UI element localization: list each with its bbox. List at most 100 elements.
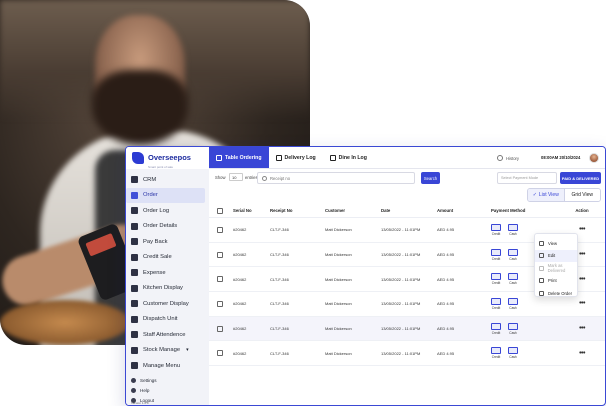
tab-dine-in-log[interactable]: Dine In Log xyxy=(323,147,374,168)
menu-item-label: View xyxy=(548,240,558,246)
cell-customer: Matt Dickerson xyxy=(325,326,352,332)
search-button[interactable]: Search xyxy=(421,172,440,184)
row-checkbox[interactable] xyxy=(217,226,223,233)
sidebar-item-manage-menu[interactable]: Manage Menu xyxy=(126,358,209,374)
top-tabs: Table Ordering Delivery Log Dine In Log xyxy=(209,147,374,168)
sidebar-subitem-label: Settings xyxy=(140,378,157,383)
tab-delivery-log[interactable]: Delivery Log xyxy=(269,147,323,168)
cell-date: 13/05/2022 - 11:01PM xyxy=(381,301,421,307)
row-checkbox[interactable] xyxy=(217,251,223,258)
payment-cash-button[interactable]: Cash xyxy=(508,248,518,261)
sidebar-item-dispatch-unit[interactable]: Dispatch Unit xyxy=(126,312,209,328)
sidebar-item-customer-display[interactable]: Customer Display xyxy=(126,296,209,312)
edit-icon xyxy=(539,253,544,259)
payment-cash-button[interactable]: Cash xyxy=(508,322,518,335)
row-checkbox[interactable] xyxy=(217,300,223,307)
sidebar-item-label: Pay Back xyxy=(143,238,168,245)
row-select-cell xyxy=(209,276,229,283)
list-view-button[interactable]: ✓ List View xyxy=(528,189,564,201)
menu-item-view[interactable]: View xyxy=(535,237,577,250)
row-checkbox[interactable] xyxy=(217,325,223,332)
more-options-icon[interactable]: ••• xyxy=(579,276,585,283)
menu-item-delete-order[interactable]: Delete Order xyxy=(535,287,577,300)
cell-amount: AED 4.95 xyxy=(437,350,455,356)
payment-label: Credit xyxy=(491,256,501,261)
payment-credit-button[interactable]: Credit xyxy=(491,273,501,285)
menu-item-mark-as-delivered: Mark as Delivered xyxy=(535,262,577,275)
more-options-icon[interactable]: ••• xyxy=(579,350,585,357)
menu-item-edit[interactable]: Edit xyxy=(535,249,577,262)
column-header: Customer xyxy=(325,208,346,213)
payment-credit-button[interactable]: Credit xyxy=(491,248,501,261)
sidebar-item-label: Order xyxy=(143,192,158,199)
search-input[interactable] xyxy=(270,175,410,181)
sidebar-subitem-help[interactable]: Help xyxy=(126,386,209,396)
sidebar-item-label: Credit Sale xyxy=(143,254,172,261)
row-select-cell xyxy=(209,350,229,357)
column-header: Serial No xyxy=(233,208,252,213)
chevron-down-icon: ▾ xyxy=(186,347,189,354)
select-all-cell xyxy=(209,207,229,214)
row-checkbox[interactable] xyxy=(217,350,223,357)
payment-mode-select[interactable]: Select Payment Mode xyxy=(497,172,557,184)
sidebar: Overseepos Smart point of sale CRM Order O… xyxy=(126,147,209,405)
version-label: Version 1.0.0 xyxy=(131,401,149,405)
cell-date: 13/05/2022 - 11:01PM xyxy=(381,350,421,356)
grid-view-button[interactable]: Grid View xyxy=(563,189,600,201)
menu-item-label: Mark as Delivered xyxy=(547,263,566,274)
check-icon xyxy=(539,265,544,271)
credit-card-icon xyxy=(491,273,501,281)
cell-customer: Matt Dickerson xyxy=(325,301,352,307)
cell-amount: AED 4.95 xyxy=(437,326,455,332)
payment-cash-button[interactable]: Cash xyxy=(508,273,518,285)
avatar[interactable] xyxy=(589,153,599,163)
cash-icon xyxy=(508,273,518,281)
payment-label: Credit xyxy=(491,305,501,310)
sidebar-subitem-settings[interactable]: Settings xyxy=(126,376,209,386)
sidebar-item-staff-attendence[interactable]: Staff Attendence xyxy=(126,327,209,343)
cell-receipt: CLT-F-346 xyxy=(270,276,289,282)
payment-credit-button[interactable]: Credit xyxy=(491,347,501,359)
sidebar-item-expense[interactable]: Expense xyxy=(126,265,209,281)
cell-serial: #20462 xyxy=(233,301,247,307)
history-icon xyxy=(497,155,503,161)
history-button[interactable]: History xyxy=(497,155,519,161)
table-row[interactable]: #20462 CLT-F-346 Matt Dickerson 13/05/2022 … xyxy=(209,316,605,342)
sidebar-item-kitchen-display[interactable]: Kitchen Display xyxy=(126,281,209,297)
menu-item-print[interactable]: Print xyxy=(535,275,577,288)
more-options-icon[interactable]: ••• xyxy=(579,325,585,332)
more-options-icon[interactable]: ••• xyxy=(579,226,585,233)
sidebar-item-pay-back[interactable]: Pay Back xyxy=(126,234,209,250)
sidebar-item-crm[interactable]: CRM xyxy=(126,172,209,188)
more-options-icon[interactable]: ••• xyxy=(579,300,585,307)
sidebar-item-credit-sale[interactable]: Credit Sale xyxy=(126,250,209,266)
sidebar-item-order-log[interactable]: Order Log xyxy=(126,203,209,219)
select-all-checkbox[interactable] xyxy=(217,207,223,214)
paid-delivered-button[interactable]: PAID & DELIVERED xyxy=(560,172,601,184)
payment-credit-button[interactable]: Credit xyxy=(491,223,501,236)
entries-select[interactable]: 10 xyxy=(229,173,243,181)
sidebar-item-stock-manage[interactable]: Stock Manage ▾ xyxy=(126,343,209,359)
expense-icon xyxy=(131,269,138,277)
cell-date: 13/05/2022 - 11:01PM xyxy=(381,252,421,258)
more-options-icon[interactable]: ••• xyxy=(579,251,585,258)
credit-card-icon xyxy=(491,347,501,355)
menu-item-label: Edit xyxy=(548,253,556,259)
payment-cash-button[interactable]: Cash xyxy=(508,223,518,236)
row-select-cell xyxy=(209,300,229,307)
search-icon xyxy=(262,175,267,181)
payment-credit-button[interactable]: Credit xyxy=(491,322,501,335)
sidebar-item-order[interactable]: Order xyxy=(126,187,205,203)
table-row[interactable]: #20462 CLT-F-346 Matt Dickerson 13/05/2022 … xyxy=(209,341,605,367)
payment-cash-button[interactable]: Cash xyxy=(508,297,518,310)
sidebar-item-label: CRM xyxy=(143,176,157,183)
manage-menu-icon xyxy=(131,362,138,370)
tab-table-ordering[interactable]: Table Ordering xyxy=(209,147,269,168)
cell-serial: #20462 xyxy=(233,227,247,233)
payment-cash-button[interactable]: Cash xyxy=(508,347,518,359)
payment-credit-button[interactable]: Credit xyxy=(491,297,501,310)
cell-date: 13/05/2022 - 11:01PM xyxy=(381,326,421,332)
sidebar-item-order-details[interactable]: Order Details xyxy=(126,219,209,235)
table-ordering-icon xyxy=(216,154,222,161)
row-checkbox[interactable] xyxy=(217,276,223,283)
